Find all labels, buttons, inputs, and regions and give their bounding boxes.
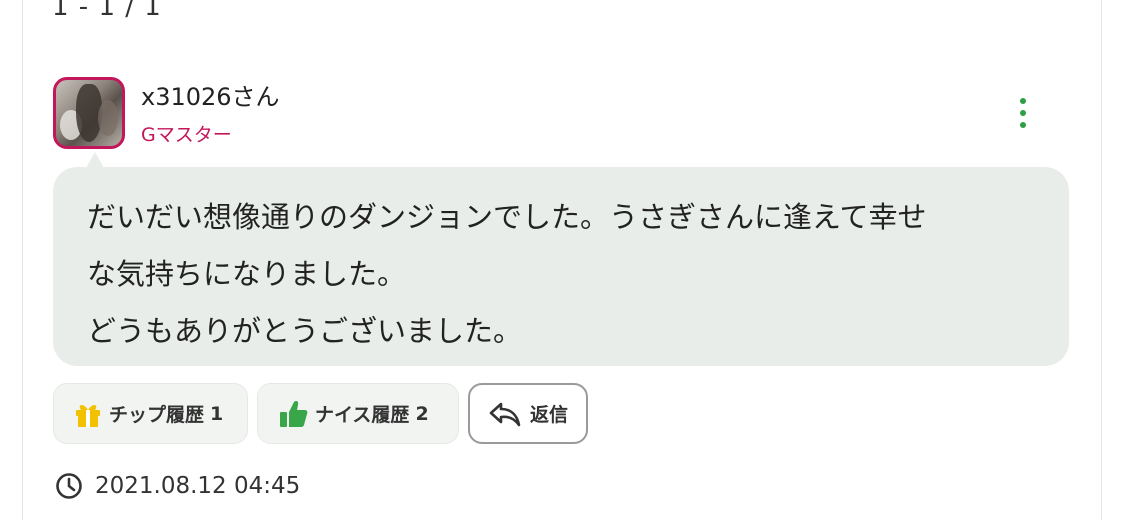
tip-history-button[interactable]: チップ履歴 1 [53,383,248,444]
comment-line: だいだい想像通りのダンジョンでした。うさぎさんに逢えて幸せ [87,200,927,234]
gift-icon [73,400,103,428]
nice-history-count: 2 [415,402,429,425]
tip-history-count: 1 [210,402,224,425]
pagination-count: 1 - 1 / 1 [52,0,162,22]
menu-dot [1020,110,1026,116]
menu-dot [1020,98,1026,104]
clock-icon [56,473,82,499]
reply-icon [488,400,522,428]
nice-history-label: ナイス履歴 [315,404,410,426]
avatar[interactable] [53,77,125,149]
comment-line: どうもありがとうございました。 [87,314,523,348]
comment-body: だいだい想像通りのダンジョンでした。うさぎさんに逢えて幸せ な気持ちになりました… [53,167,1069,366]
speech-bubble-tail [86,152,104,168]
more-options-button[interactable] [1008,96,1038,130]
nice-history-button[interactable]: ナイス履歴 2 [257,383,459,444]
avatar-shape [98,100,118,136]
comment-line: な気持ちになりました。 [87,257,407,291]
menu-dot [1020,122,1026,128]
reply-label: 返信 [530,404,569,426]
reply-button[interactable]: 返信 [468,383,588,444]
tip-history-label: チップ履歴 [109,404,205,426]
thumbs-up-icon [277,399,309,429]
timestamp-text: 2021.08.12 04:45 [95,473,301,499]
user-rank-badge: Gマスター [141,124,232,146]
username[interactable]: x31026さん [141,77,280,112]
post-timestamp: 2021.08.12 04:45 [55,472,300,500]
